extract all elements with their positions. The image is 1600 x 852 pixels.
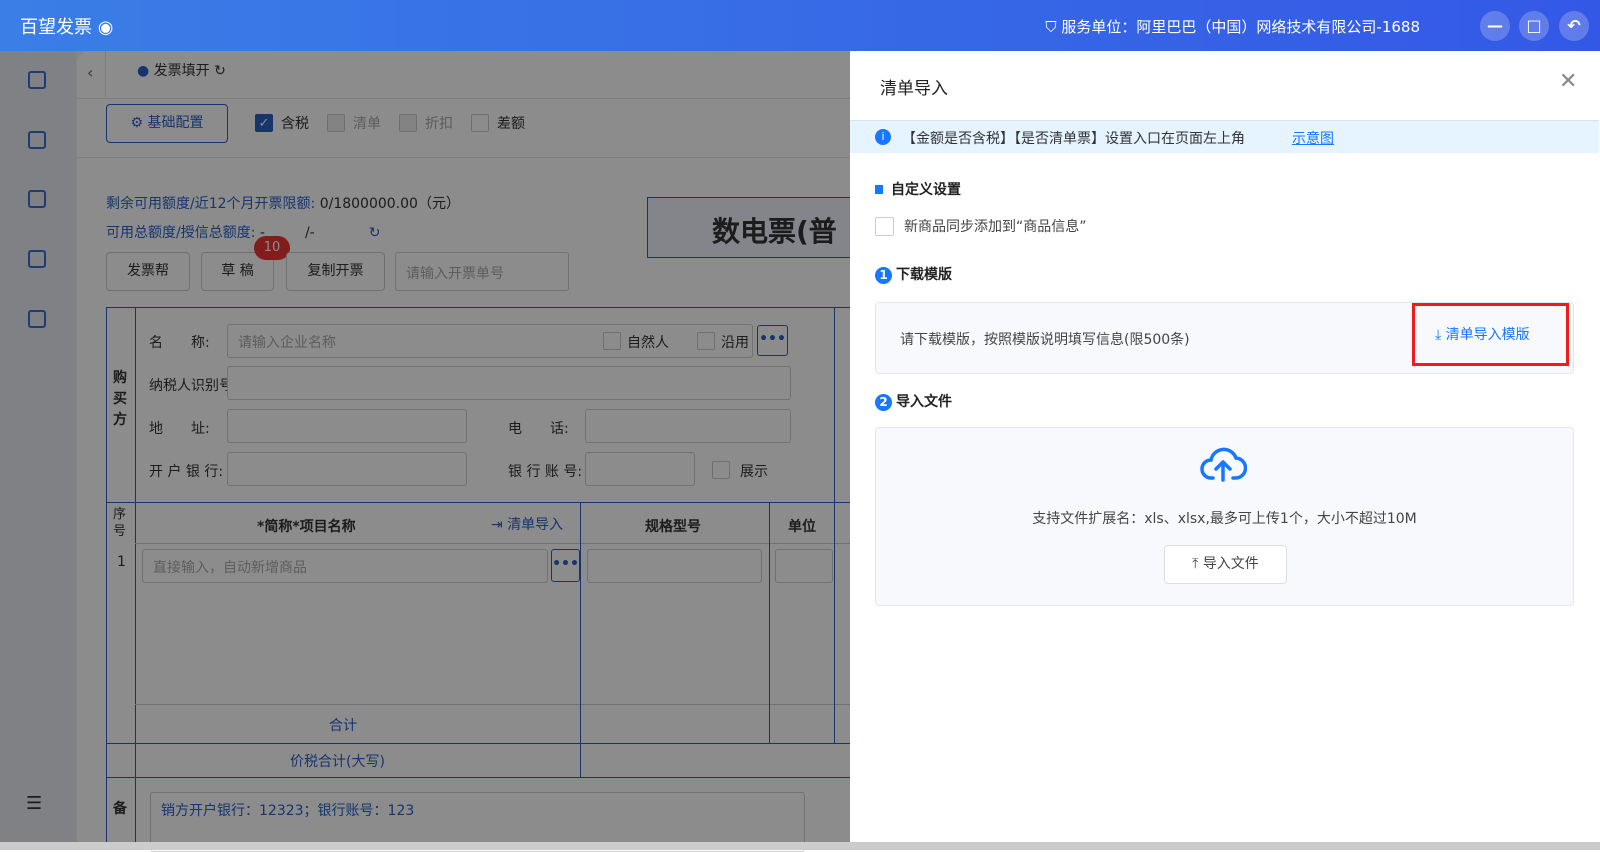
minimize-button[interactable]: — (1480, 11, 1510, 41)
logo-ring-icon: ◉ (98, 17, 114, 38)
download-icon: ⤓ (1435, 327, 1446, 343)
app-logo: 百望发票 ◉ (20, 13, 113, 39)
info-bar: i 【金额是否含税】【是否清单票】设置入口在页面左上角 示意图 (850, 120, 1599, 153)
info-icon: i (875, 129, 891, 145)
upload-icon: ⤒ (1192, 556, 1203, 572)
download-template-link[interactable]: ⤓ 清单导入模版 (1435, 324, 1530, 344)
bottom-scrollbar[interactable] (0, 842, 1600, 850)
maximize-button[interactable]: □ (1519, 11, 1549, 41)
upload-area[interactable]: 支持文件扩展名：xls、xlsx,最多可上传1个，大小不超过10M ⤒ 导入文件 (875, 427, 1574, 606)
list-import-drawer: 清单导入 ✕ i 【金额是否含税】【是否清单票】设置入口在页面左上角 示意图 自… (850, 51, 1599, 842)
modal-mask[interactable] (0, 51, 850, 842)
shield-icon: ⛉ (1045, 18, 1061, 36)
cloud-upload-icon (1199, 438, 1247, 486)
step2-heading: 2导入文件 (875, 391, 952, 411)
sync-goods-checkbox[interactable]: 新商品同步添加到“商品信息” (875, 216, 1087, 236)
step1-heading: 1下载模版 (875, 264, 952, 284)
diagram-link[interactable]: 示意图 (1292, 128, 1334, 148)
close-icon[interactable]: ✕ (1559, 69, 1577, 94)
import-file-button[interactable]: ⤒ 导入文件 (1164, 545, 1287, 584)
title-bar: 百望发票 ◉ ⛉ 服务单位：阿里巴巴（中国）网络技术有限公司-1688 — □ … (0, 0, 1600, 51)
custom-settings-heading: 自定义设置 (875, 179, 961, 199)
service-company[interactable]: ⛉ 服务单位：阿里巴巴（中国）网络技术有限公司-1688 (1045, 16, 1420, 37)
drawer-title: 清单导入 (880, 74, 948, 99)
back-button[interactable]: ↶ (1559, 11, 1589, 41)
